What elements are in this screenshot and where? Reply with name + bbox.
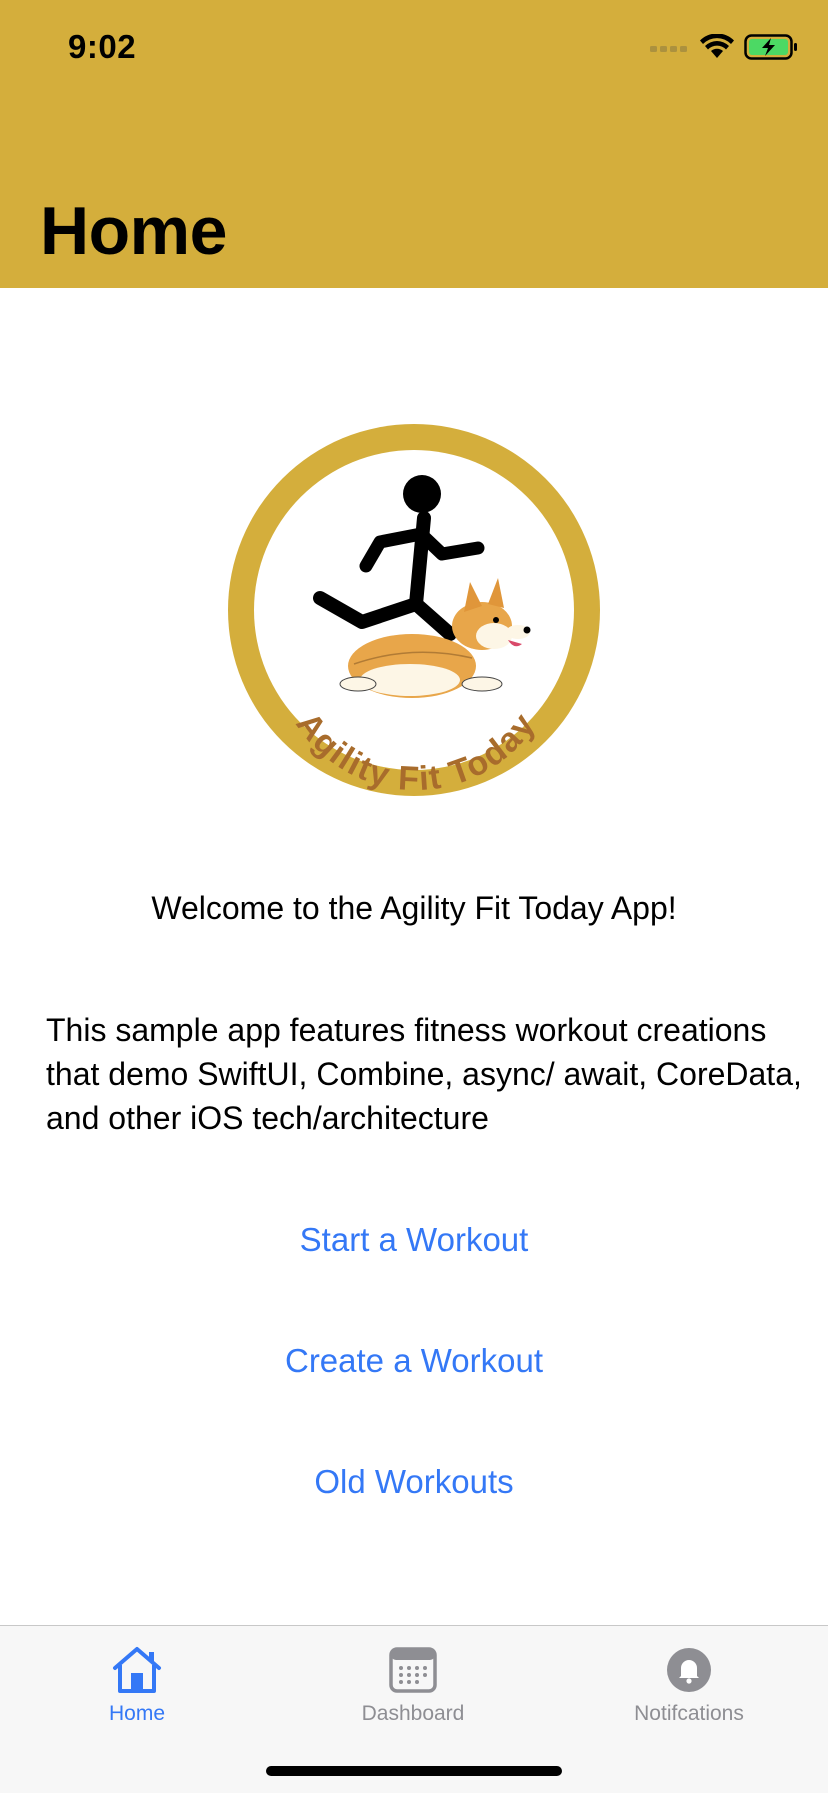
tab-dashboard-label: Dashboard: [361, 1702, 465, 1725]
description-text: This sample app features fitness workout…: [46, 1012, 802, 1136]
navigation-header: 9:02 Home: [0, 0, 828, 288]
page-title: Home: [40, 193, 227, 269]
wifi-icon: [700, 34, 734, 58]
home-indicator: [266, 1766, 562, 1776]
create-workout-button[interactable]: Create a Workout: [0, 1342, 828, 1380]
tab-notifications-label: Notifcations: [634, 1702, 744, 1725]
cellular-signal-icon: [650, 46, 687, 52]
tab-home[interactable]: Home: [37, 1644, 237, 1726]
start-workout-button[interactable]: Start a Workout: [0, 1221, 828, 1259]
calendar-icon: [389, 1647, 437, 1693]
status-icons: [650, 34, 798, 60]
house-icon: [113, 1647, 161, 1693]
tab-home-label: Home: [108, 1702, 166, 1725]
status-time: 9:02: [68, 28, 137, 65]
tab-notifications[interactable]: Notifcations: [589, 1644, 789, 1726]
old-workouts-button[interactable]: Old Workouts: [0, 1463, 828, 1501]
welcome-text: Welcome to the Agility Fit Today App!: [151, 890, 677, 926]
tab-dashboard[interactable]: Dashboard: [313, 1644, 513, 1726]
battery-charging-icon: [744, 34, 797, 60]
bell-icon: [667, 1648, 711, 1692]
app-logo: Agility Fit Today: [212, 408, 616, 812]
